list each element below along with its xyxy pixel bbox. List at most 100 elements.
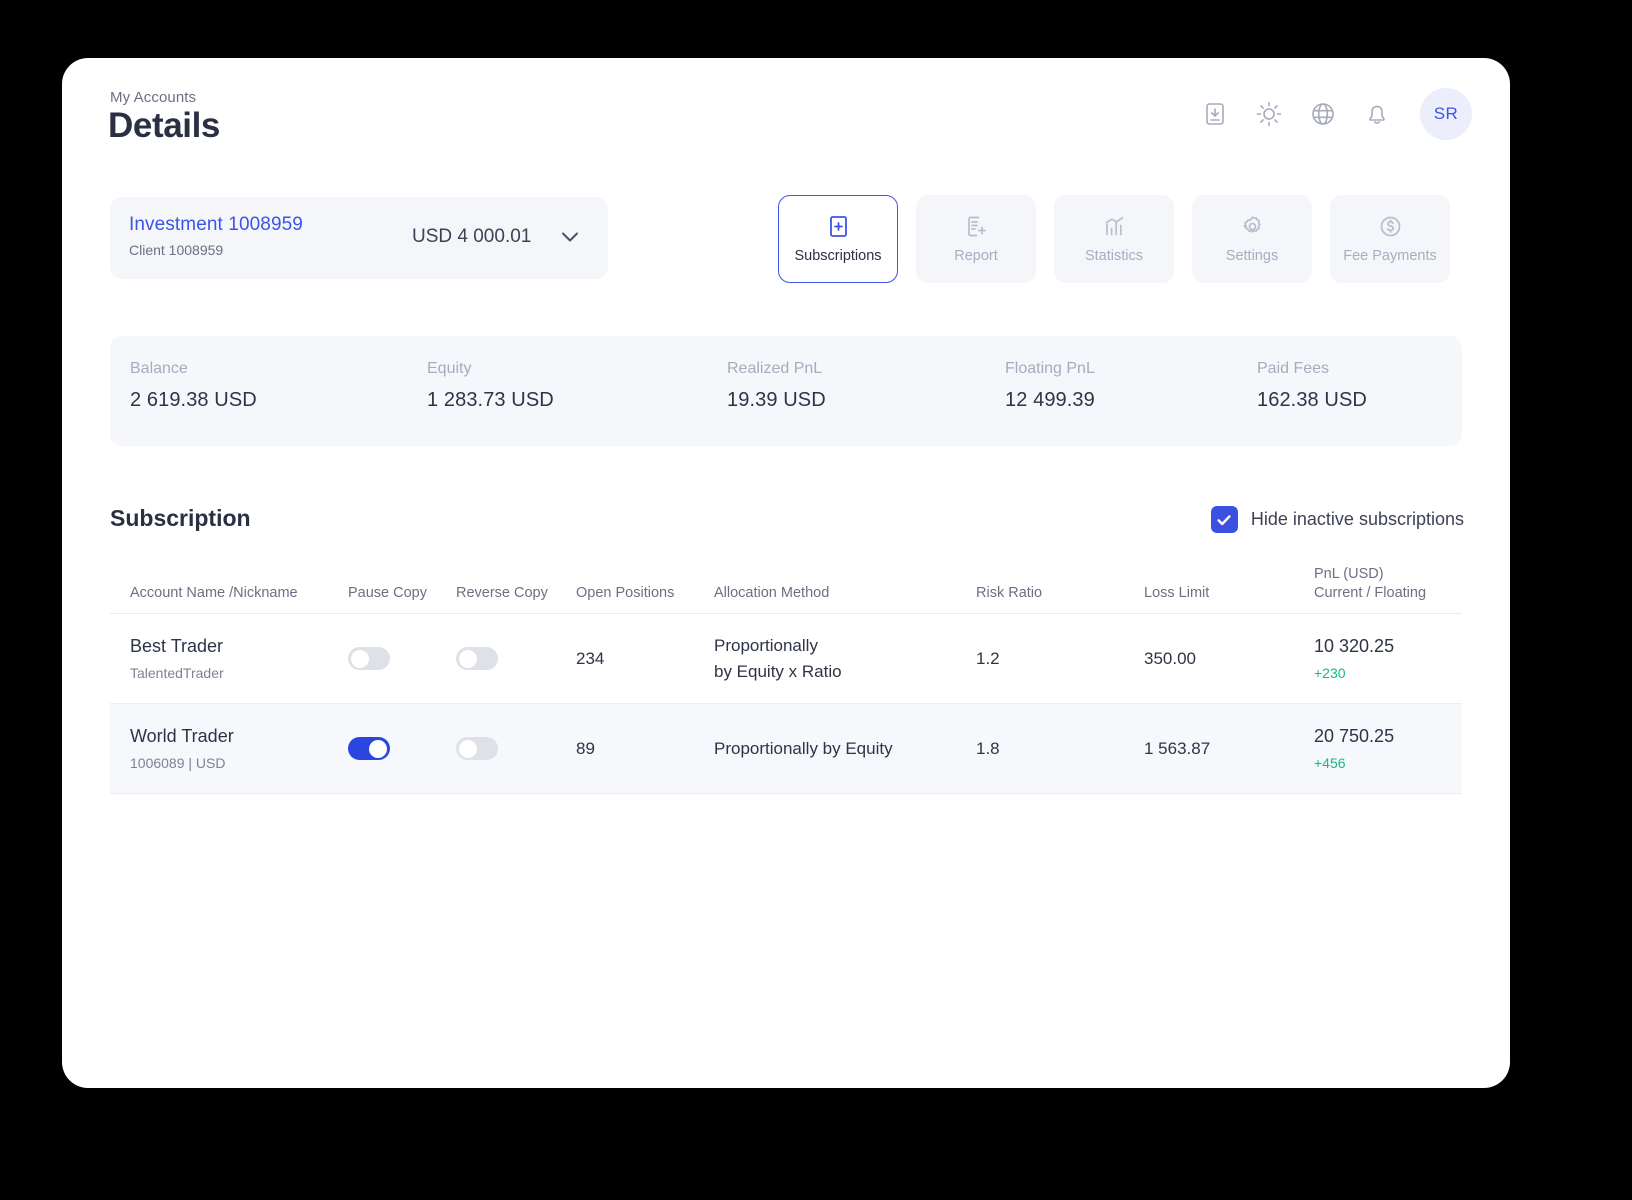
subscription-plus-icon	[827, 215, 850, 239]
row-account: Best Trader TalentedTrader	[110, 636, 348, 681]
stat-value: 12 499.39	[1005, 389, 1095, 412]
toggle-knob	[351, 650, 369, 668]
reverse-copy-toggle[interactable]	[456, 737, 498, 760]
tab-report[interactable]: Report	[916, 195, 1036, 283]
column-header-open-positions: Open Positions	[576, 584, 714, 613]
account-amount: USD 4 000.01	[412, 226, 531, 248]
globe-language-icon[interactable]	[1308, 99, 1338, 129]
stat-label: Floating PnL	[1005, 360, 1095, 378]
subscription-heading: Subscription	[110, 505, 251, 532]
column-header-reverse-copy: Reverse Copy	[456, 584, 576, 613]
column-header-loss-limit: Loss Limit	[1144, 584, 1314, 613]
row-pnl-floating: +456	[1314, 755, 1462, 771]
row-allocation-line1: Proportionally	[714, 633, 976, 659]
stat-value: 19.39 USD	[727, 389, 826, 412]
account-selector-text: Investment 1008959 Client 1008959	[129, 214, 303, 258]
column-header-account-name: Account Name /Nickname	[110, 584, 348, 613]
row-pnl-floating: +230	[1314, 665, 1462, 681]
theme-sun-icon[interactable]	[1254, 99, 1284, 129]
tab-statistics[interactable]: Statistics	[1054, 195, 1174, 283]
row-account: World Trader 1006089 | USD	[110, 726, 348, 771]
tab-label: Report	[954, 248, 998, 264]
account-title: Investment 1008959	[129, 214, 303, 236]
reverse-copy-toggle[interactable]	[456, 647, 498, 670]
stat-equity: Equity 1 283.73 USD	[427, 360, 554, 412]
stat-label: Realized PnL	[727, 360, 826, 378]
table-row[interactable]: Best Trader TalentedTrader 234 Proportio…	[110, 614, 1462, 704]
download-document-icon[interactable]	[1200, 99, 1230, 129]
tab-label: Fee Payments	[1343, 248, 1437, 264]
stat-label: Paid Fees	[1257, 360, 1367, 378]
row-loss-limit: 350.00	[1144, 646, 1314, 672]
subscriptions-table: Account Name /Nickname Pause Copy Revers…	[110, 556, 1462, 794]
stat-value: 2 619.38 USD	[130, 389, 257, 412]
tab-label: Subscriptions	[794, 248, 881, 264]
row-open-positions: 89	[576, 736, 714, 762]
row-reverse-copy-cell	[456, 737, 576, 760]
row-pnl-current: 20 750.25	[1314, 726, 1462, 747]
row-pause-copy-cell	[348, 647, 456, 670]
row-loss-limit: 1 563.87	[1144, 736, 1314, 762]
row-pause-copy-cell	[348, 737, 456, 760]
toggle-knob	[459, 740, 477, 758]
settings-gear-icon	[1241, 215, 1264, 239]
tab-settings[interactable]: Settings	[1192, 195, 1312, 283]
column-header-pnl-line1: PnL (USD)	[1314, 565, 1462, 585]
notification-bell-icon[interactable]	[1362, 99, 1392, 129]
hide-inactive-subscriptions-toggle[interactable]: Hide inactive subscriptions	[1211, 506, 1464, 533]
report-document-icon	[965, 215, 988, 239]
chevron-down-icon[interactable]	[558, 225, 582, 249]
row-pnl: 20 750.25 +456	[1314, 726, 1462, 771]
tab-fee-payments[interactable]: Fee Payments	[1330, 195, 1450, 283]
hide-inactive-label: Hide inactive subscriptions	[1251, 509, 1464, 530]
app-window: My Accounts Details	[62, 58, 1510, 1088]
checkbox-checked[interactable]	[1211, 506, 1238, 533]
page-title: Details	[108, 106, 220, 146]
row-risk-ratio: 1.8	[976, 736, 1144, 762]
stat-paid-fees: Paid Fees 162.38 USD	[1257, 360, 1367, 412]
tab-label: Statistics	[1085, 248, 1143, 264]
row-account-nickname: TalentedTrader	[130, 665, 348, 681]
page-header: My Accounts Details	[62, 58, 1510, 178]
section-tabs: Subscriptions Report Statistics	[778, 195, 1450, 283]
row-allocation-method: Proportionally by Equity	[714, 736, 976, 762]
column-header-pnl-line2: Current / Floating	[1314, 584, 1462, 604]
stat-label: Equity	[427, 360, 554, 378]
account-selector[interactable]: Investment 1008959 Client 1008959 USD 4 …	[110, 197, 608, 279]
breadcrumb: My Accounts	[110, 89, 196, 106]
column-header-risk-ratio: Risk Ratio	[976, 584, 1144, 613]
header-actions: SR	[1200, 88, 1472, 140]
stat-realized-pnl: Realized PnL 19.39 USD	[727, 360, 826, 412]
column-header-pause-copy: Pause Copy	[348, 584, 456, 613]
pause-copy-toggle[interactable]	[348, 737, 390, 760]
pause-copy-toggle[interactable]	[348, 647, 390, 670]
row-account-name: World Trader	[130, 726, 348, 747]
row-risk-ratio: 1.2	[976, 646, 1144, 672]
row-account-nickname: 1006089 | USD	[130, 755, 348, 771]
table-header-row: Account Name /Nickname Pause Copy Revers…	[110, 556, 1462, 614]
stat-label: Balance	[130, 360, 257, 378]
column-header-allocation-method: Allocation Method	[714, 584, 976, 613]
toggle-knob	[369, 740, 387, 758]
row-account-name: Best Trader	[130, 636, 348, 657]
toggle-knob	[459, 650, 477, 668]
tab-label: Settings	[1226, 248, 1278, 264]
account-subtitle: Client 1008959	[129, 242, 303, 258]
row-pnl: 10 320.25 +230	[1314, 636, 1462, 681]
row-reverse-copy-cell	[456, 647, 576, 670]
account-stats: Balance 2 619.38 USD Equity 1 283.73 USD…	[110, 336, 1462, 446]
row-pnl-current: 10 320.25	[1314, 636, 1462, 657]
row-allocation-line1: Proportionally by Equity	[714, 736, 976, 762]
column-header-pnl: PnL (USD) Current / Floating	[1314, 565, 1462, 613]
statistics-chart-icon	[1103, 215, 1126, 239]
stat-value: 162.38 USD	[1257, 389, 1367, 412]
avatar[interactable]: SR	[1420, 88, 1472, 140]
stat-balance: Balance 2 619.38 USD	[130, 360, 257, 412]
table-row[interactable]: World Trader 1006089 | USD 89 Proportion…	[110, 704, 1462, 794]
stat-value: 1 283.73 USD	[427, 389, 554, 412]
row-open-positions: 234	[576, 646, 714, 672]
row-allocation-line2: by Equity x Ratio	[714, 659, 976, 685]
tab-subscriptions[interactable]: Subscriptions	[778, 195, 898, 283]
fee-dollar-icon	[1379, 215, 1402, 239]
stat-floating-pnl: Floating PnL 12 499.39	[1005, 360, 1095, 412]
